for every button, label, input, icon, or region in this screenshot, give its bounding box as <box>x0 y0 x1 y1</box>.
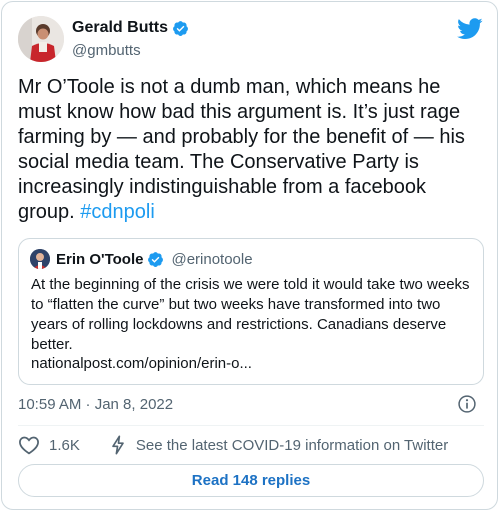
quote-link[interactable]: nationalpost.com/opinion/erin-o... <box>31 355 252 372</box>
read-replies-button[interactable]: Read 148 replies <box>18 464 484 497</box>
verified-badge-icon <box>148 252 164 267</box>
divider <box>18 425 484 426</box>
author-avatar[interactable] <box>18 16 64 62</box>
author-handle[interactable]: @gmbutts <box>72 42 141 59</box>
like-count[interactable]: 1.6K <box>49 437 80 454</box>
quote-author-handle: @erinotoole <box>171 251 253 268</box>
quote-author-name: Erin O'Toole <box>56 251 144 268</box>
verified-badge-icon <box>173 20 188 36</box>
quote-text: At the beginning of the crisis we were t… <box>31 276 470 353</box>
tweet-card: Gerald Butts @gmbutts Mr O’Toole is not … <box>1 1 498 510</box>
quoted-tweet[interactable]: Erin O'Toole @erinotoole At the beginnin… <box>18 238 484 385</box>
tweet-timestamp[interactable]: 10:59 AM · Jan 8, 2022 <box>18 396 173 413</box>
tweet-text: Mr O’Toole is not a dumb man, which mean… <box>18 75 486 225</box>
info-icon[interactable] <box>457 394 477 414</box>
author-name-text[interactable]: Gerald Butts <box>72 19 168 37</box>
twitter-bird-icon[interactable] <box>457 18 483 40</box>
hashtag-link[interactable]: #cdnpoli <box>80 201 155 223</box>
heart-icon[interactable] <box>18 435 40 455</box>
lightning-icon[interactable] <box>109 435 127 455</box>
quote-author: Erin O'Toole @erinotoole <box>56 251 253 268</box>
quote-author-avatar <box>30 249 50 269</box>
action-bar: 1.6K See the latest COVID-19 information… <box>18 434 448 456</box>
author-name[interactable]: Gerald Butts <box>72 19 189 37</box>
covid-info-link[interactable]: See the latest COVID-19 information on T… <box>136 437 448 454</box>
